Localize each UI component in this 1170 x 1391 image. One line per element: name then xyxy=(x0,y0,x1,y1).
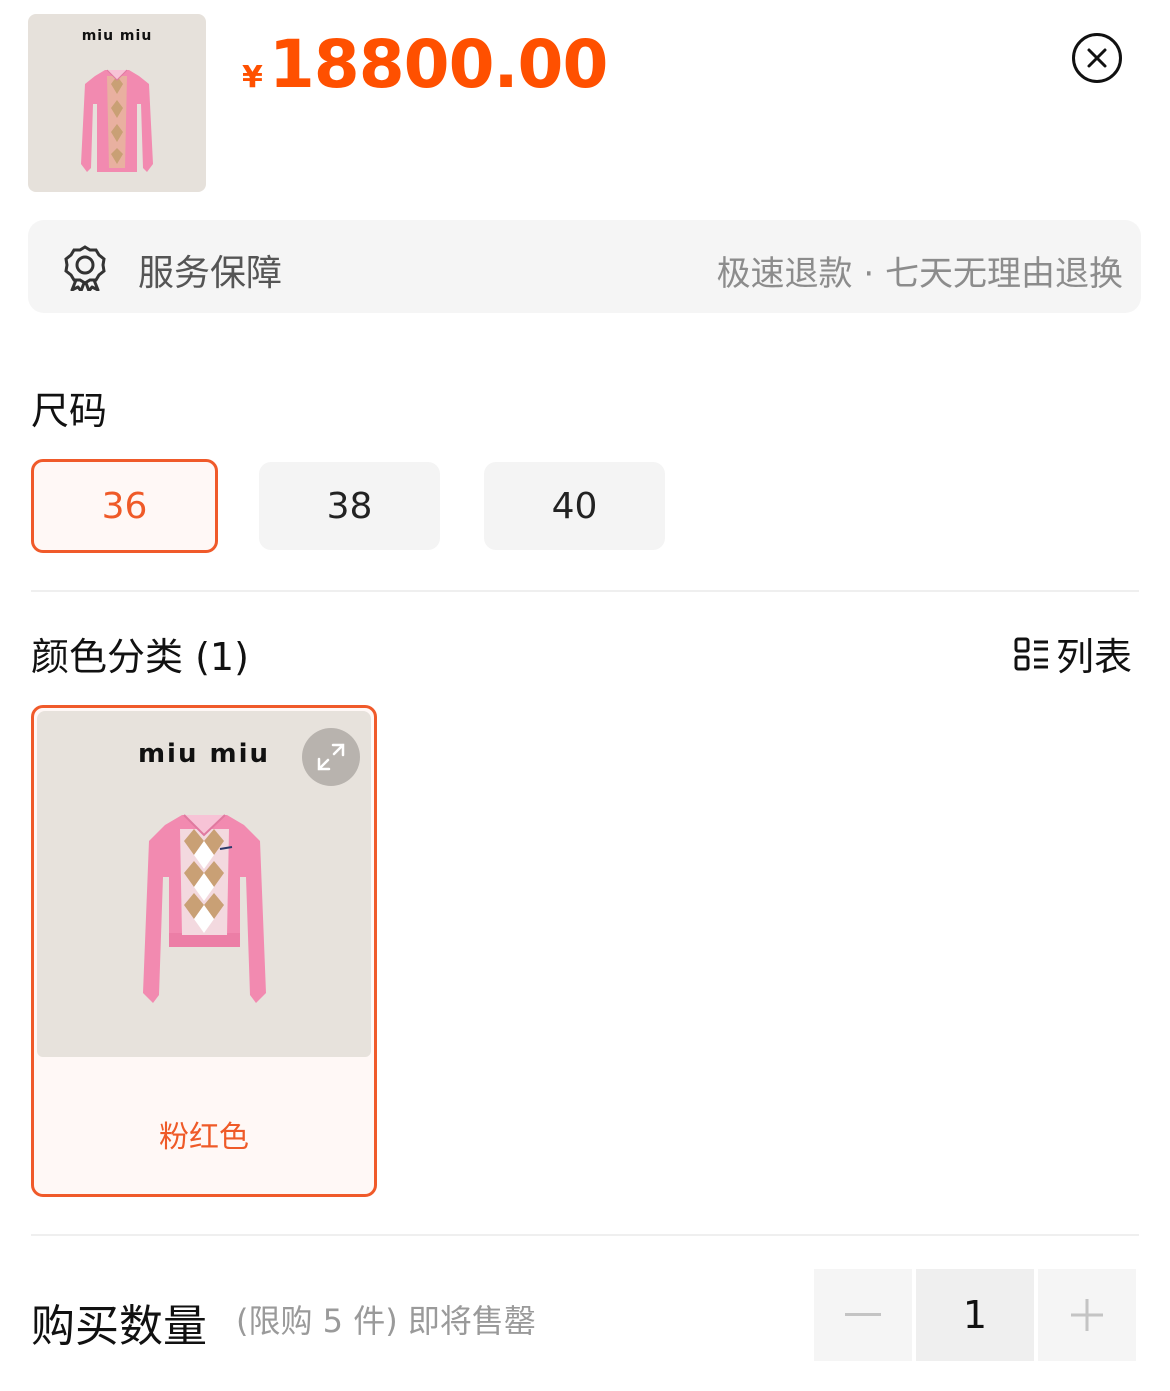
service-detail: 极速退款 · 七天无理由退换 xyxy=(716,254,1123,294)
quantity-title: 购买数量 xyxy=(31,1301,207,1352)
divider xyxy=(31,1234,1139,1236)
size-option-40[interactable]: 40 xyxy=(484,462,665,550)
price: ¥ 18800.00 xyxy=(242,26,609,103)
service-guarantee-bar[interactable]: 服务保障 极速退款 · 七天无理由退换 xyxy=(28,220,1141,313)
sweater-image xyxy=(143,814,266,1003)
quantity-limit-note: (限购 5 件) 即将售罄 xyxy=(236,1302,536,1340)
currency-symbol: ¥ xyxy=(242,60,263,95)
size-title: 尺码 xyxy=(31,389,108,433)
list-icon xyxy=(1014,637,1048,670)
color-title: 颜色分类 (1) xyxy=(31,635,249,679)
thumbnail-brand-logo: miu miu xyxy=(81,28,153,44)
plus-icon xyxy=(1071,1299,1103,1331)
guarantee-badge-icon xyxy=(64,245,106,291)
minus-icon xyxy=(845,1313,881,1316)
sku-panel: miu miu ¥ 18800.00 服务保障 极速退款 · 七天无理由退换 尺… xyxy=(0,0,1170,1391)
expand-image-button[interactable] xyxy=(302,728,360,786)
color-option-pink[interactable]: miu miu 粉红色 xyxy=(31,705,377,1197)
list-view-label: 列表 xyxy=(1056,635,1133,679)
close-button[interactable] xyxy=(1072,33,1122,83)
increase-button[interactable] xyxy=(1038,1269,1136,1361)
service-label: 服务保障 xyxy=(138,253,283,294)
expand-icon xyxy=(317,743,345,771)
sweater-image xyxy=(81,69,153,172)
color-option-label: 粉红色 xyxy=(159,1120,249,1155)
quantity-value[interactable]: 1 xyxy=(916,1269,1034,1361)
product-thumbnail[interactable]: miu miu xyxy=(28,14,206,192)
size-option-label: 36 xyxy=(101,485,148,527)
quantity-stepper: 1 xyxy=(814,1269,1136,1361)
divider xyxy=(31,590,1139,592)
size-option-label: 40 xyxy=(551,485,598,527)
price-amount: 18800.00 xyxy=(268,26,609,103)
color-option-image: miu miu xyxy=(37,711,371,1057)
close-icon xyxy=(1087,48,1107,68)
size-option-label: 38 xyxy=(326,485,373,527)
list-view-toggle[interactable]: 列表 xyxy=(1014,626,1132,681)
size-option-36[interactable]: 36 xyxy=(31,459,218,553)
decrease-button[interactable] xyxy=(814,1269,912,1361)
size-option-38[interactable]: 38 xyxy=(259,462,440,550)
